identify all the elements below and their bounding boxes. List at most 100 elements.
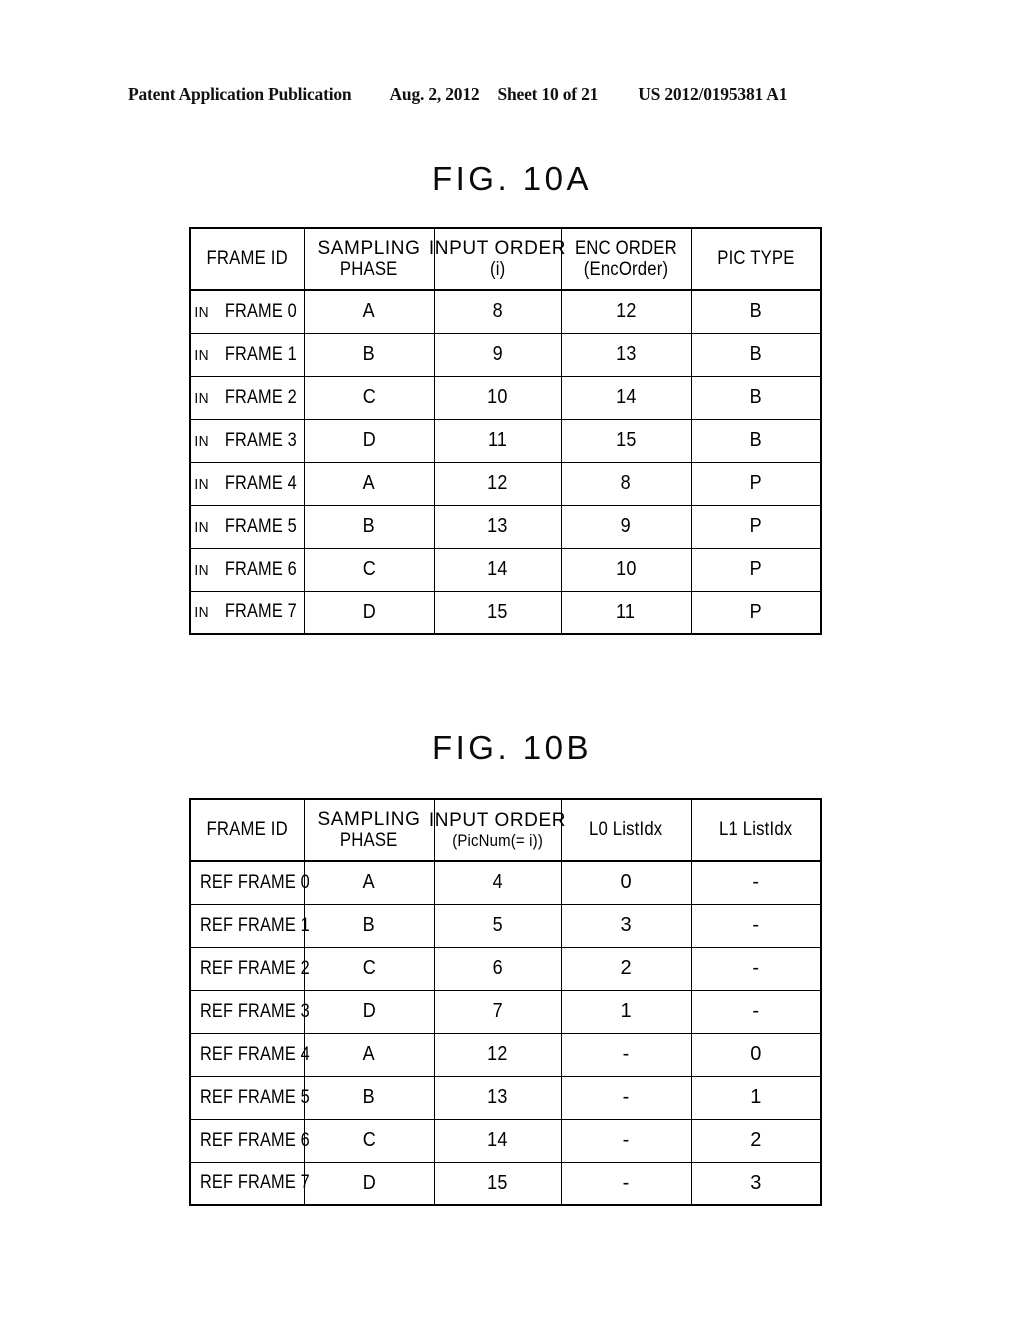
sampling-phase-value: D — [362, 600, 376, 623]
frame-id-label: REF FRAME 6 — [199, 1129, 310, 1151]
column-header-input-order-line1: INPUT ORDER — [428, 237, 567, 259]
sampling-phase-value: C — [362, 558, 376, 580]
frame-id-label: FRAME 3 — [224, 429, 297, 451]
l0-listidx-value: 0 — [620, 871, 632, 894]
frame-id-label: FRAME 6 — [224, 558, 297, 580]
cell-sampling-phase: A — [303, 289, 435, 334]
cell-frame-id: IN FRAME 7 — [189, 590, 305, 635]
table-row: IN FRAME 0 A 8 12 B — [189, 289, 822, 334]
l1-listidx-value: - — [752, 957, 760, 979]
cell-l1-listidx: 3 — [690, 1161, 822, 1206]
cell-sampling-phase: A — [303, 461, 435, 506]
input-order-value: 13 — [487, 515, 508, 537]
cell-frame-id: REF FRAME 1 — [189, 903, 310, 948]
cell-frame-id: REF FRAME 5 — [189, 1075, 310, 1120]
l0-listidx-value: 3 — [620, 914, 632, 936]
sampling-phase-value: A — [362, 300, 376, 323]
enc-order-value: 10 — [615, 558, 637, 580]
sampling-phase-value: D — [362, 1171, 376, 1194]
cell-input-order: 13 — [433, 1075, 562, 1120]
frame-id-label: FRAME 1 — [224, 343, 297, 365]
l0-listidx-value: 2 — [620, 957, 632, 979]
pic-type-value: P — [749, 558, 762, 580]
pic-type-value: B — [749, 429, 762, 451]
cell-input-order: 11 — [433, 418, 562, 463]
cell-l0-listidx: - — [560, 1075, 692, 1120]
cell-frame-id: IN FRAME 4 — [189, 461, 305, 506]
frame-id-label: REF FRAME 0 — [199, 871, 310, 893]
cell-l1-listidx: - — [690, 903, 822, 948]
table-header-row: FRAME ID SAMPLING PHASE INPUT ORDER (Pic… — [189, 798, 822, 862]
cell-sampling-phase: B — [303, 1075, 435, 1120]
column-header-sampling-phase: SAMPLING PHASE — [303, 227, 435, 291]
table-row: IN FRAME 5 B 13 9 P — [189, 504, 822, 549]
frame-id-prefix: IN — [194, 390, 210, 407]
cell-sampling-phase: D — [303, 989, 435, 1034]
frame-id-prefix: IN — [194, 519, 210, 536]
cell-l0-listidx: 2 — [560, 946, 692, 991]
cell-input-order: 12 — [433, 1032, 562, 1077]
frame-id-label: REF FRAME 5 — [199, 1086, 310, 1108]
pic-type-value: P — [749, 600, 762, 623]
cell-enc-order: 12 — [560, 289, 692, 334]
cell-pic-type: P — [690, 590, 822, 635]
table-row: IN FRAME 2 C 10 14 B — [189, 375, 822, 420]
cell-l1-listidx: 1 — [690, 1075, 822, 1120]
header-document-number: US 2012/0195381 A1 — [638, 84, 788, 104]
table-row: IN FRAME 3 D 11 15 B — [189, 418, 822, 463]
sampling-phase-value: D — [362, 1000, 376, 1022]
input-order-value: 15 — [487, 1171, 508, 1194]
column-header-enc-order: ENC ORDER (EncOrder) — [560, 227, 692, 291]
frame-id-label: REF FRAME 4 — [199, 1043, 310, 1065]
column-header-l0-listidx: L0 ListIdx — [560, 798, 692, 862]
enc-order-value: 11 — [616, 600, 636, 623]
frame-id-label: REF FRAME 1 — [199, 914, 310, 936]
cell-sampling-phase: C — [303, 946, 435, 991]
frame-id-prefix: IN — [194, 476, 210, 493]
cell-l1-listidx: 0 — [690, 1032, 822, 1077]
cell-sampling-phase: B — [303, 332, 435, 377]
sampling-phase-value: B — [362, 1086, 376, 1108]
cell-frame-id: REF FRAME 0 — [189, 860, 310, 905]
l0-listidx-value: - — [622, 1171, 630, 1194]
cell-input-order: 15 — [433, 590, 562, 635]
column-header-sampling-phase-line1: SAMPLING — [317, 808, 421, 830]
table-row: REF FRAME 5 B 13 - 1 — [189, 1075, 822, 1120]
cell-pic-type: B — [690, 332, 822, 377]
table-row: IN FRAME 7 D 15 11 P — [189, 590, 822, 635]
frame-id-prefix: IN — [194, 562, 210, 579]
cell-input-order: 6 — [433, 946, 562, 991]
table-row: REF FRAME 2 C 6 2 - — [189, 946, 822, 991]
sampling-phase-value: B — [362, 515, 376, 537]
table-row: REF FRAME 7 D 15 - 3 — [189, 1161, 822, 1206]
cell-pic-type: P — [690, 547, 822, 592]
cell-sampling-phase: D — [303, 590, 435, 635]
cell-pic-type: P — [690, 504, 822, 549]
table-row: REF FRAME 4 A 12 - 0 — [189, 1032, 822, 1077]
frame-id-prefix: IN — [194, 433, 210, 450]
cell-frame-id: IN FRAME 3 — [189, 418, 305, 463]
column-header-input-order-line1: INPUT ORDER — [428, 809, 567, 831]
sampling-phase-value: A — [362, 1043, 376, 1065]
column-header-sampling-phase-line2: PHASE — [340, 259, 398, 280]
input-order-value: 8 — [492, 300, 503, 323]
enc-order-value: 15 — [615, 429, 637, 451]
cell-input-order: 14 — [433, 547, 562, 592]
l1-listidx-value: - — [752, 871, 760, 894]
sampling-phase-value: B — [362, 343, 376, 365]
l0-listidx-value: - — [622, 1129, 630, 1151]
column-header-input-order: INPUT ORDER (PicNum(= i)) — [429, 798, 565, 862]
cell-input-order: 15 — [433, 1161, 562, 1206]
cell-input-order: 14 — [433, 1118, 562, 1163]
frame-id-label: REF FRAME 7 — [199, 1172, 310, 1194]
enc-order-value: 12 — [615, 300, 637, 323]
frame-id-label: FRAME 0 — [224, 300, 297, 322]
figure-10b: FIG. 10B — [0, 729, 1024, 767]
frame-id-label: FRAME 2 — [224, 386, 297, 408]
sampling-phase-value: C — [362, 1129, 376, 1151]
cell-enc-order: 15 — [560, 418, 692, 463]
input-order-value: 7 — [492, 1000, 503, 1022]
figure-10a-table-wrapper: FRAME ID SAMPLING PHASE INPUT ORDER (i) — [189, 227, 822, 635]
cell-input-order: 5 — [433, 903, 562, 948]
figure-10b-table: FRAME ID SAMPLING PHASE INPUT ORDER (Pic… — [189, 798, 822, 1206]
